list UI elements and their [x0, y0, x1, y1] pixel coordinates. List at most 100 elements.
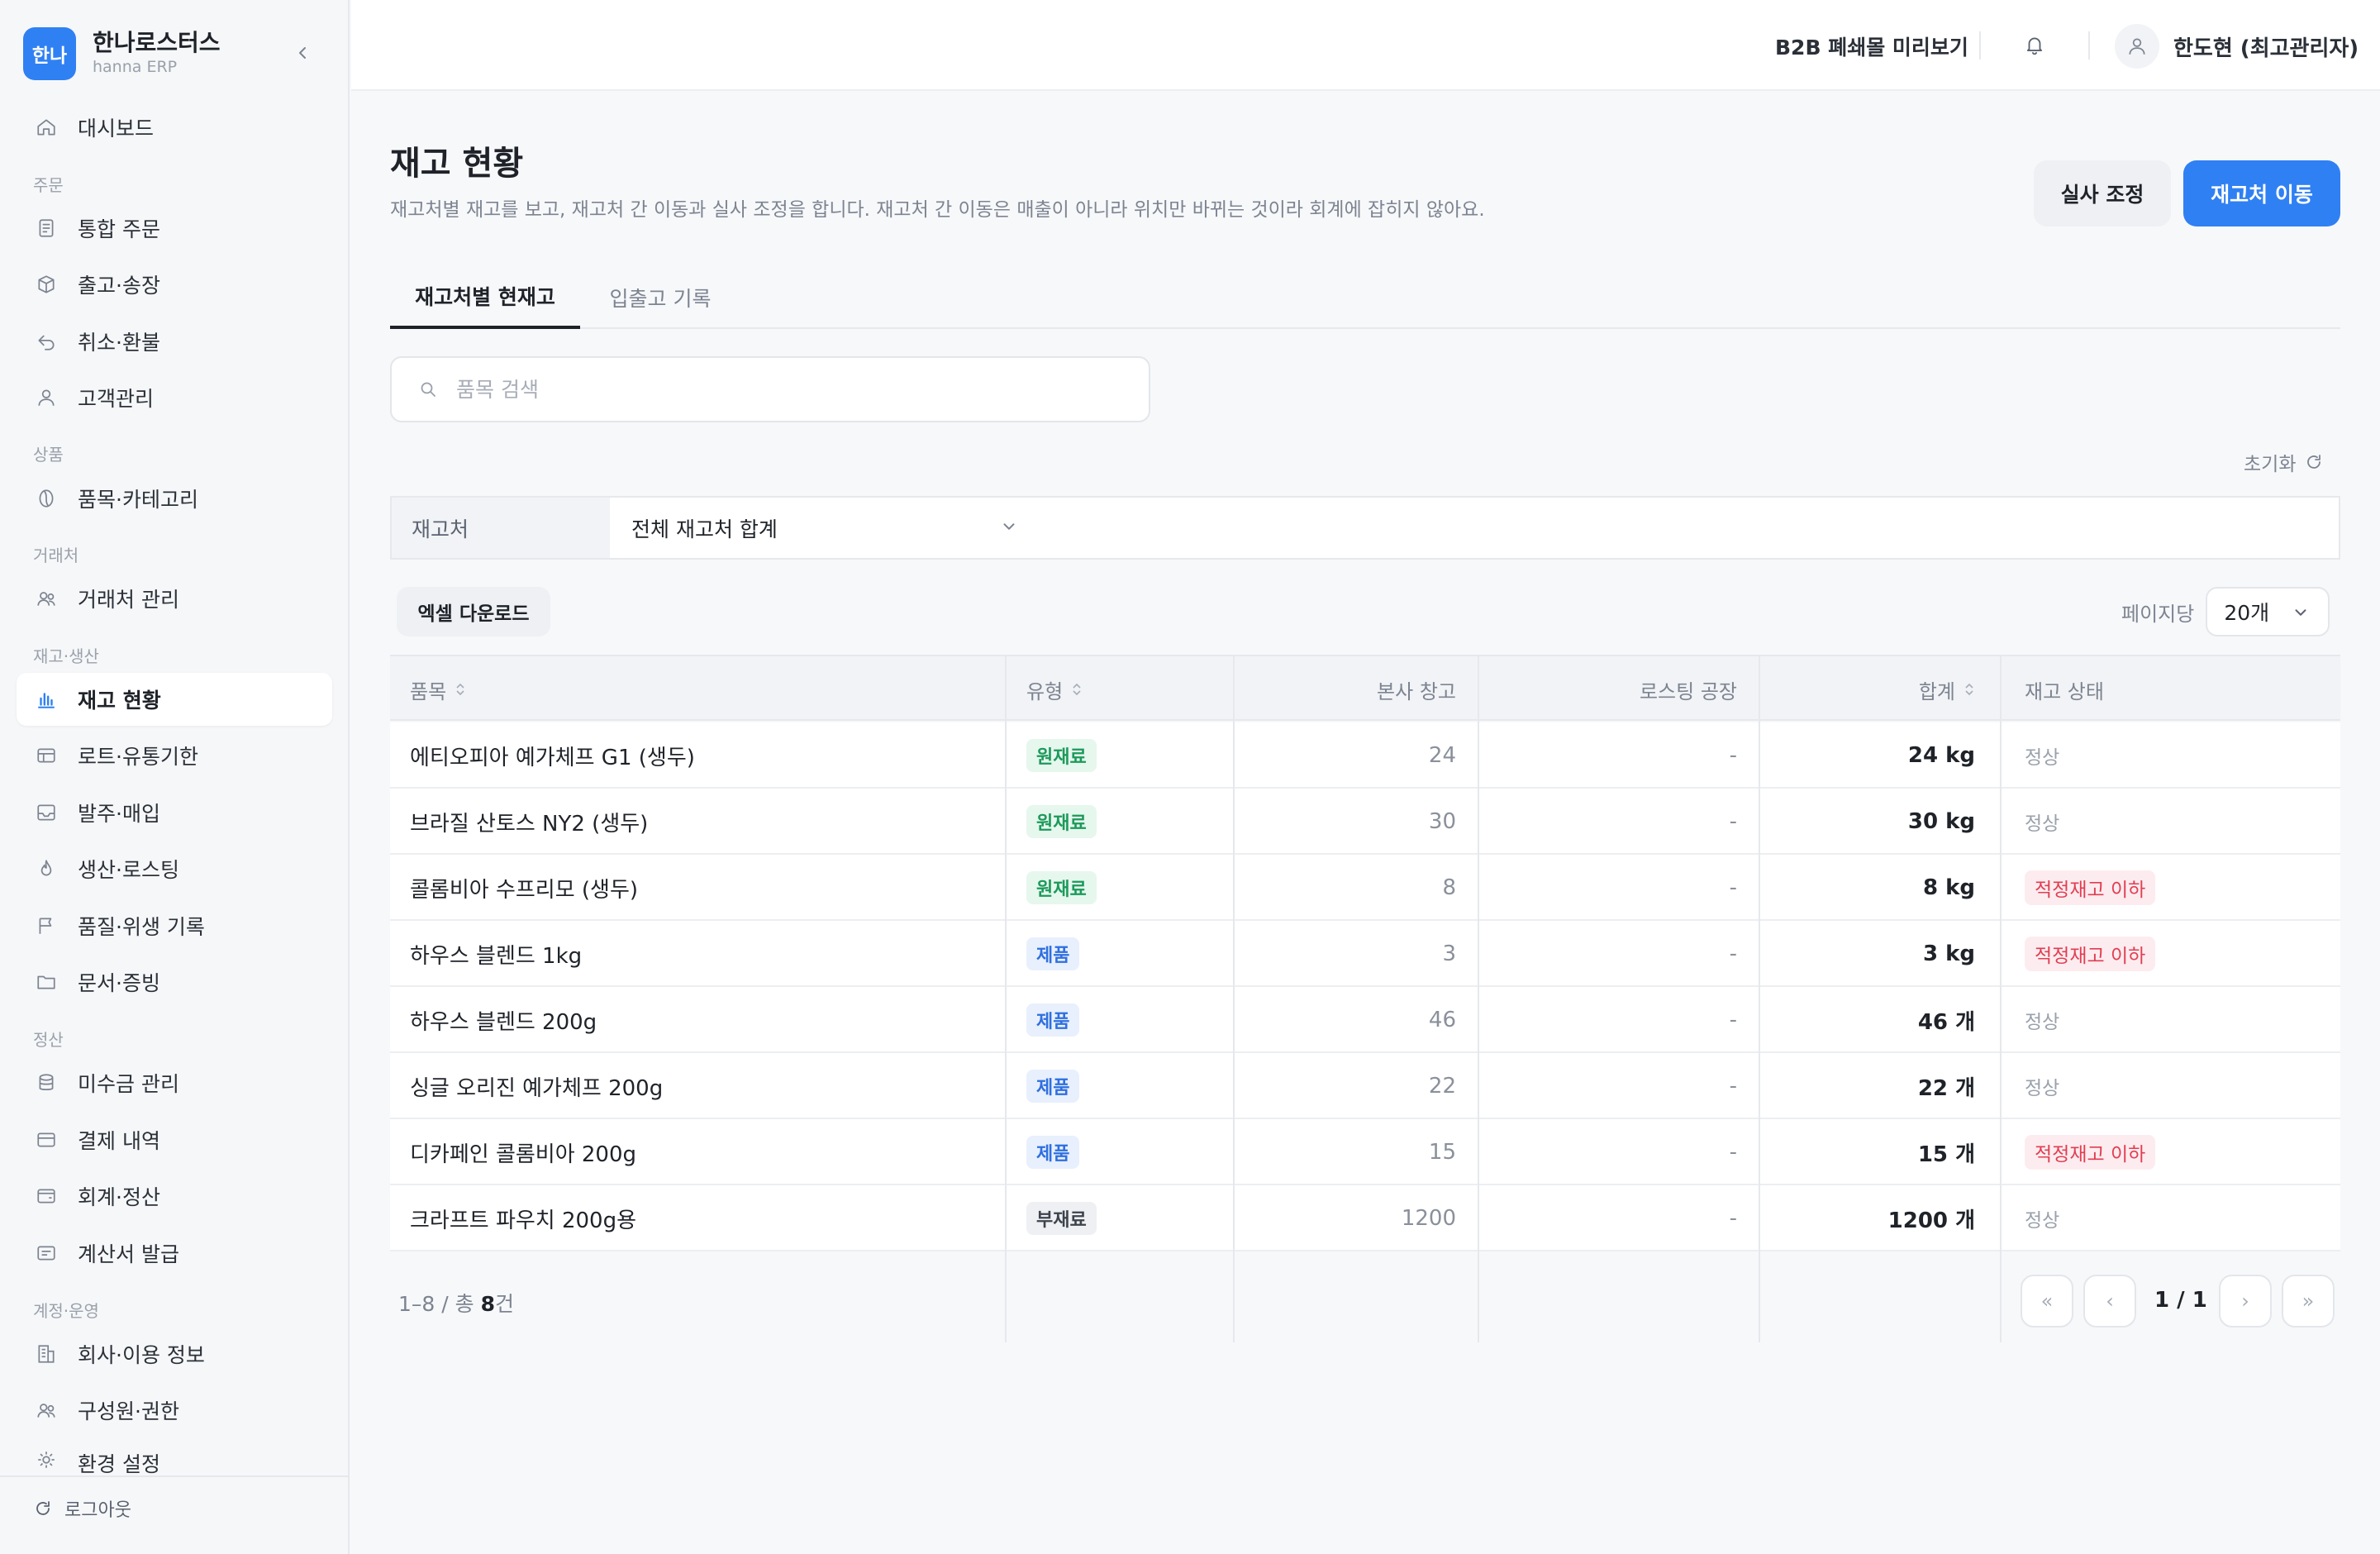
type-badge: 제품: [1026, 1070, 1080, 1103]
column-header-total[interactable]: 합계: [1778, 656, 1975, 722]
table-row[interactable]: 에티오피아 예가체프 G1 (생두) 원재료 24 - 24 kg 정상: [390, 722, 2340, 789]
cell-hq-qty: 22: [1428, 1074, 1456, 1099]
table-row[interactable]: 하우스 블렌드 1kg 제품 3 - 3 kg 적정재고 이하: [390, 921, 2340, 987]
sidebar-section-product: 상품: [33, 445, 64, 465]
wallet-icon: [35, 1185, 58, 1208]
stock-adjust-button[interactable]: 실사 조정: [2034, 160, 2171, 226]
user-icon: [35, 386, 58, 409]
next-page-button[interactable]: ›: [2219, 1275, 2272, 1328]
sidebar-section-order: 주문: [33, 175, 64, 195]
notification-button[interactable]: [2021, 31, 2048, 58]
reset-filters-button[interactable]: 초기화: [2244, 448, 2324, 476]
table-row[interactable]: 브라질 산토스 NY2 (생두) 원재료 30 - 30 kg 정상: [390, 789, 2340, 855]
user-icon: [2129, 38, 2145, 55]
b2b-preview-link[interactable]: B2B 폐쇄몰 미리보기: [1775, 31, 1968, 61]
logout-button[interactable]: 로그아웃: [33, 1495, 131, 1522]
tab-current-stock[interactable]: 재고처별 현재고: [390, 266, 580, 329]
cell-total: 46 개: [1917, 1009, 1975, 1035]
stock-transfer-button[interactable]: 재고처 이동: [2183, 160, 2340, 226]
column-divider: [2000, 655, 2002, 1342]
sidebar-item-receivables[interactable]: 미수금 관리: [17, 1056, 332, 1109]
cell-roasting-qty: -: [1729, 1140, 1737, 1165]
sidebar-item-customers[interactable]: 고객관리: [17, 371, 332, 424]
sidebar-item-settings[interactable]: 환경 설정: [17, 1440, 332, 1478]
page-size-select[interactable]: 20개: [2206, 587, 2330, 636]
sidebar-item-stock[interactable]: 재고 현황: [17, 673, 332, 726]
type-badge: 원재료: [1026, 805, 1097, 838]
type-badge: 제품: [1026, 1003, 1080, 1037]
sidebar-item-roasting[interactable]: 생산·로스팅: [17, 842, 332, 895]
logout-label: 로그아웃: [64, 1500, 131, 1521]
sidebar-collapse-button[interactable]: [291, 41, 314, 64]
cell-item-name: 하우스 블렌드 200g: [410, 1009, 597, 1035]
sidebar-item-refund[interactable]: 취소·환불: [17, 315, 332, 368]
table-row[interactable]: 싱글 오리진 예가체프 200g 제품 22 - 22 개 정상: [390, 1053, 2340, 1119]
first-page-button[interactable]: «: [2021, 1275, 2073, 1328]
flag-icon: [35, 914, 58, 937]
prev-page-button[interactable]: ‹: [2083, 1275, 2136, 1328]
page-description: 재고처별 재고를 보고, 재고처 간 이동과 실사 조정을 합니다. 재고처 간…: [390, 199, 1485, 221]
sidebar-item-payments[interactable]: 결제 내역: [17, 1113, 332, 1166]
home-icon: [35, 116, 58, 139]
table-row[interactable]: 콜롬비아 수프리모 (생두) 원재료 8 - 8 kg 적정재고 이하: [390, 855, 2340, 921]
sidebar-section-settle: 정산: [33, 1030, 64, 1050]
sidebar-item-company[interactable]: 회사·이용 정보: [17, 1328, 332, 1380]
user-name[interactable]: 한도현 (최고관리자): [2173, 31, 2359, 62]
column-divider: [1233, 655, 1235, 1342]
sidebar-item-accounting[interactable]: 회계·정산: [17, 1170, 332, 1223]
column-header-status: 재고 상태: [2025, 679, 2104, 703]
chevron-left-icon: [299, 47, 306, 59]
cell-total: 1200 개: [1887, 1208, 1975, 1233]
sidebar-item-purchase[interactable]: 발주·매입: [17, 786, 332, 839]
main-content: 재고 현황 재고처별 재고를 보고, 재고처 간 이동과 실사 조정을 합니다.…: [351, 91, 2380, 1554]
coffee-bean-icon: [35, 487, 58, 510]
cell-hq-qty: 1200: [1401, 1206, 1456, 1231]
sidebar-item-shipping[interactable]: 출고·송장: [17, 258, 332, 311]
sidebar-item-label: 통합 주문: [78, 217, 160, 241]
page-size-control: 페이지당 20개: [2121, 587, 2330, 636]
table-icon: [35, 744, 58, 767]
refresh-icon: [36, 1501, 50, 1515]
sidebar-section-inventory: 재고·생산: [33, 646, 99, 666]
users-icon: [35, 1399, 58, 1422]
sidebar-footer: 로그아웃: [0, 1475, 350, 1554]
cell-hq-qty: 30: [1428, 809, 1456, 834]
cell-status: 정상: [2025, 813, 2060, 835]
brand[interactable]: 한나 한나로스터스 hanna ERP: [23, 25, 331, 80]
table-row[interactable]: 디카페인 콜롬비아 200g 제품 15 - 15 개 적정재고 이하: [390, 1119, 2340, 1185]
search-input[interactable]: [456, 377, 1134, 402]
cell-total: 8 kg: [1922, 875, 1975, 900]
tab-stock-history[interactable]: 입출고 기록: [582, 266, 739, 329]
location-filter: 재고처 전체 재고처 합계: [390, 496, 2340, 560]
sidebar-item-lots[interactable]: 로트·유통기한: [17, 729, 332, 782]
type-badge: 부재료: [1026, 1202, 1097, 1235]
excel-download-button[interactable]: 엑셀 다운로드: [397, 587, 550, 636]
column-header-type[interactable]: 유형: [1026, 656, 1083, 722]
table-row[interactable]: 하우스 블렌드 200g 제품 46 - 46 개 정상: [390, 987, 2340, 1053]
sidebar-item-dashboard[interactable]: 대시보드: [17, 101, 332, 154]
sidebar-item-label: 고객관리: [78, 387, 155, 411]
table-row[interactable]: 크라프트 파우치 200g용 부재료 1200 - 1200 개 정상: [390, 1185, 2340, 1251]
cell-hq-qty: 3: [1442, 941, 1456, 966]
column-header-item[interactable]: 품목: [410, 656, 466, 722]
sidebar-item-members[interactable]: 구성원·권한: [17, 1384, 332, 1437]
sidebar-item-catalog[interactable]: 품목·카테고리: [17, 472, 332, 525]
sidebar-item-documents[interactable]: 문서·증빙: [17, 956, 332, 1008]
sidebar-item-orders[interactable]: 통합 주문: [17, 202, 332, 255]
cell-type: 원재료: [1026, 855, 1097, 921]
cell-item-name: 디카페인 콜롬비아 200g: [410, 1142, 637, 1167]
avatar[interactable]: [2115, 24, 2159, 69]
sidebar-item-quality[interactable]: 품질·위생 기록: [17, 899, 332, 952]
page-size-value: 20개: [2224, 601, 2270, 625]
brand-subtitle: hanna ERP: [93, 58, 178, 76]
cell-total: 3 kg: [1922, 941, 1975, 966]
sidebar-item-label: 회사·이용 정보: [78, 1343, 205, 1367]
sidebar-item-partners[interactable]: 거래처 관리: [17, 572, 332, 625]
sidebar-item-invoices[interactable]: 계산서 발급: [17, 1227, 332, 1280]
last-page-button[interactable]: »: [2282, 1275, 2335, 1328]
sidebar: 한나 한나로스터스 hanna ERP 대시보드 주문 통합 주문 출고·송장 …: [0, 0, 350, 1554]
sun-gear-icon: [35, 1448, 58, 1471]
type-badge: 원재료: [1026, 871, 1097, 904]
location-select[interactable]: 전체 재고처 합계: [610, 498, 1023, 558]
cell-roasting-qty: -: [1729, 875, 1737, 900]
